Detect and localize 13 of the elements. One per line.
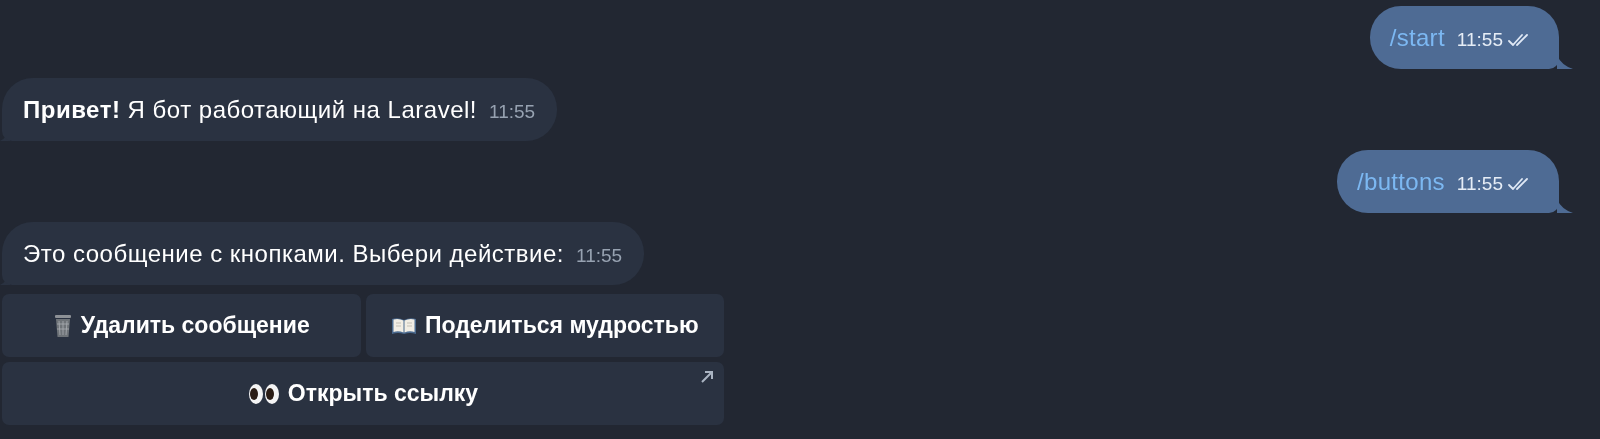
message-time: 11:55 [576,244,623,267]
book-icon [390,316,417,335]
inline-button[interactable]: Поделиться мудростью [365,294,724,357]
message-text: Привет! Я бот работающий на Laravel! [23,95,477,124]
inline-button[interactable]: Удалить сообщение [2,294,361,357]
arrow-icon [700,370,714,384]
trash-can-icon [52,313,73,338]
message-time: 11:55 [1456,28,1503,51]
inline-button[interactable]: Открыть ссылку [2,362,724,425]
message-time: 11:55 [1456,172,1503,195]
eyes-icon [247,382,280,405]
message-text: Это сообщение с кнопками. Выбери действие: [23,239,564,268]
message-time: 11:55 [489,100,536,123]
